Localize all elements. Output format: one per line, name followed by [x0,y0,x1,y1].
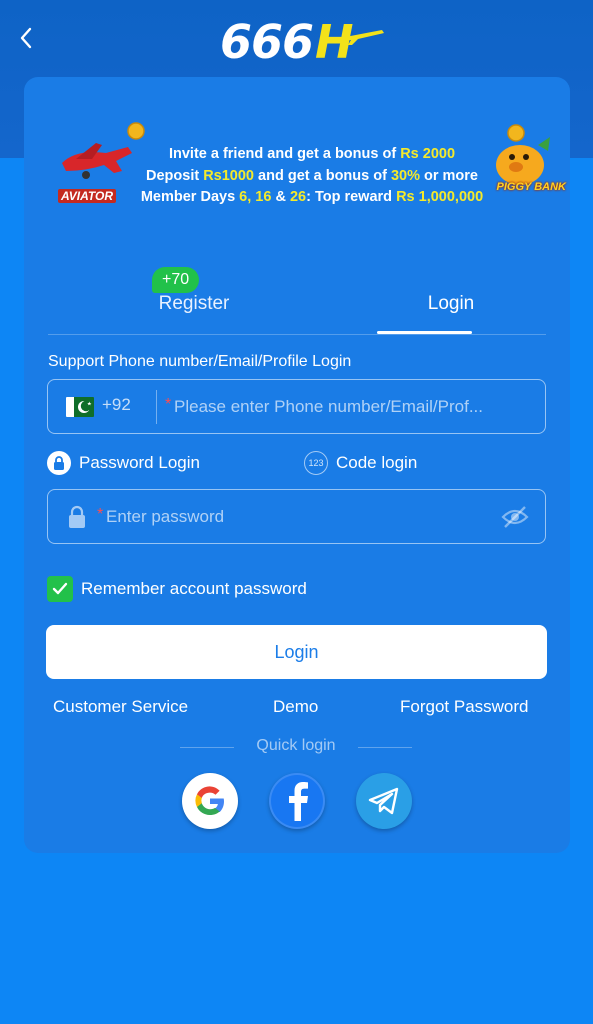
remember-option: Remember account password [47,576,307,602]
google-login-button[interactable] [182,773,238,829]
quick-login-label: Quick login [256,737,336,754]
brand-logo: 666 H [220,14,390,70]
plane-icon [340,30,384,45]
eye-off-icon[interactable] [501,504,529,530]
facebook-icon [289,782,308,821]
back-button[interactable] [12,24,40,52]
password-login-label: Password Login [79,453,200,472]
banner-line-1: Invite a friend and get a bonus of Rs 20… [168,146,456,162]
required-mark: * [165,396,172,413]
login-card: AVIATOR Invite a friend and get a bonus … [24,77,570,853]
quick-login-header: Quick login [180,737,412,757]
number-code-icon: 123 [304,451,328,475]
code-login-option[interactable]: 123 Code login [304,450,417,476]
customer-service-link[interactable]: Customer Service [53,697,188,717]
logo-text: 666 [220,15,314,69]
login-button[interactable]: Login [46,625,547,679]
banner-text: Invite a friend and get a bonus of Rs 20… [122,144,502,209]
password-login-option[interactable]: Password Login [47,450,200,476]
header: 666 H [0,0,593,78]
banner-line-3: Member Days 6, 16 & 26: Top reward Rs 1,… [140,189,484,205]
code-login-label: Code login [336,453,418,472]
google-icon [195,786,224,816]
tab-login[interactable]: Login [351,267,551,333]
remember-label: Remember account password [81,579,307,598]
pakistan-flag-icon[interactable] [66,397,94,417]
auth-tabs: Register Login [48,267,546,335]
required-mark: * [97,506,104,523]
telegram-login-button[interactable] [356,773,412,829]
password-lock-icon [69,505,85,528]
forgot-password-link[interactable]: Forgot Password [400,697,529,717]
support-label: Support Phone number/Email/Profile Login [48,353,352,370]
divider-right [358,747,412,748]
remember-checkbox[interactable] [47,576,73,602]
demo-link[interactable]: Demo [273,697,318,717]
phone-field: +92 * [47,379,546,434]
country-code[interactable]: +92 [102,395,131,415]
field-separator [156,390,157,424]
banner-line-2: Deposit Rs1000 and get a bonus of 30% or… [146,167,478,184]
password-field: * [47,489,546,544]
tabs-divider [48,334,546,335]
telegram-icon [368,787,399,815]
piggy-bank-label: PIGGY BANK [496,181,566,193]
checkmark-icon [52,582,68,595]
register-bonus-badge: +70 [152,267,200,293]
aviator-label: AVIATOR [58,189,117,203]
phone-input[interactable] [174,380,536,433]
chevron-left-icon [20,27,32,49]
lock-icon [47,451,71,475]
facebook-login-button[interactable] [269,773,325,829]
password-input[interactable] [106,490,486,543]
promo-banner[interactable]: AVIATOR Invite a friend and get a bonus … [56,119,566,219]
